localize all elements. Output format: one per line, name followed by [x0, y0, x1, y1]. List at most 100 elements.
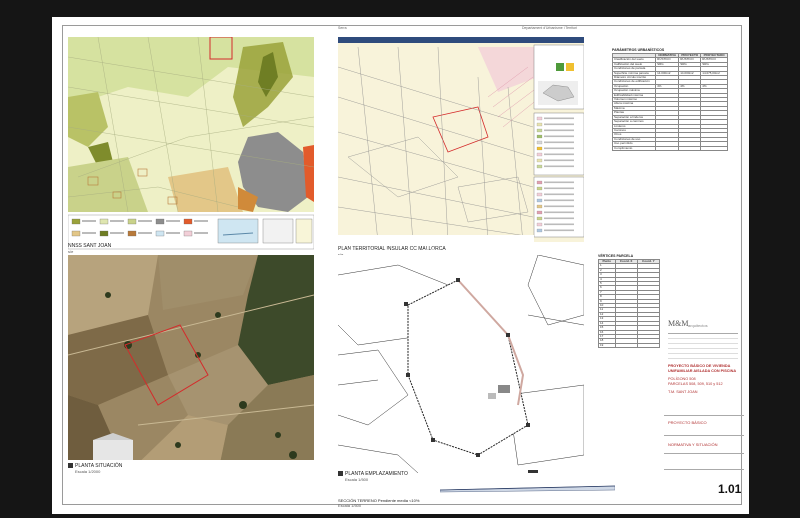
- table-cell: [636, 342, 661, 349]
- legend-text-line: [544, 229, 574, 232]
- legend-text-line: [82, 220, 96, 222]
- legend-text-line: [544, 153, 574, 156]
- vertices-table-wrap: VÉRTICES PARCELA Punto Coord. X Coord. Y12…: [598, 253, 661, 349]
- aerial-photo: [68, 255, 314, 473]
- firm-logo-sub: arquitectos: [688, 323, 708, 328]
- legend-text-line: [544, 159, 574, 162]
- legend-swatch: [536, 158, 543, 163]
- legend-text-line: [544, 181, 574, 184]
- site-plan-scale: Escala 1/500: [345, 477, 369, 482]
- territorial-header-left: Serra: [338, 26, 347, 30]
- table-row: Cumplimiento: [611, 145, 728, 151]
- legend-swatch: [536, 192, 543, 197]
- project-line4: PARCELAS 508, 509, 510 y 512: [668, 382, 723, 386]
- sheet-number: 1.01: [718, 482, 742, 496]
- habitaclia-watermark: habitaclia: [347, 247, 450, 269]
- legend-text-line: [544, 199, 574, 202]
- project-line5: T.M. SANT JOAN: [668, 390, 698, 394]
- legend-swatch: [536, 122, 543, 127]
- legend-text-line: [110, 220, 124, 222]
- legend-text-line: [544, 165, 574, 168]
- legend-swatch: [155, 218, 165, 225]
- legend-text-line: [138, 220, 152, 222]
- legend-swatch: [536, 198, 543, 203]
- legend-swatch: [536, 228, 543, 233]
- nnss-label: NNSS SANT JOAN: [68, 243, 112, 249]
- legend-text-line: [544, 135, 574, 138]
- legend-text-line: [544, 217, 574, 220]
- remarks-row: [664, 469, 744, 482]
- plan-title: NORMATIVA Y SITUACIÓN: [668, 442, 718, 447]
- nnss-map: [68, 37, 314, 250]
- legend-swatch: [155, 230, 165, 237]
- legend-swatch: [536, 152, 543, 157]
- legend-swatch: [536, 222, 543, 227]
- phase-row: PROYECTO BÁSICO: [664, 415, 744, 430]
- viewer-top-bar: [0, 0, 800, 16]
- file-row: [664, 453, 744, 466]
- legend-swatch: [536, 164, 543, 169]
- vertices-table: Punto Coord. X Coord. Y 1 2 3 4 5 6 7 8 9 10 11 12 13 14…: [598, 258, 661, 349]
- table-cell: [700, 145, 728, 151]
- legend-text-line: [544, 129, 574, 132]
- site-plan-panel: [338, 255, 584, 473]
- legend-text-line: [544, 193, 574, 196]
- legend-swatch: [127, 218, 137, 225]
- legend-swatch: [536, 140, 543, 145]
- project-line2: UNIFAMILIAR AISLADA CON PISCINA: [668, 369, 737, 373]
- legend-swatch: [71, 218, 81, 225]
- site-plan: [338, 255, 584, 473]
- phase-label: PROYECTO BÁSICO: [668, 420, 707, 425]
- legend-swatch: [536, 204, 543, 209]
- parameters-title: PARÁMETROS URBANÍSTICOS: [612, 48, 665, 52]
- vertices-title: VÉRTICES PARCELA: [598, 254, 634, 258]
- territorial-map-panel: [338, 37, 584, 242]
- plan-title-row: NORMATIVA Y SITUACIÓN: [664, 435, 744, 450]
- table-cell: [655, 145, 680, 151]
- legend-swatch: [99, 230, 109, 237]
- author-rows: [668, 333, 738, 362]
- legend-text-line: [544, 187, 574, 190]
- table-header-row: Punto Coord. X Coord. Y: [598, 258, 661, 265]
- legend-text-line: [544, 211, 574, 214]
- parameters-table: NORMATIVA PROYECTO PROYECTADO Clasificación…: [611, 52, 728, 151]
- legend-swatch: [183, 218, 193, 225]
- table-row: 19: [598, 342, 661, 349]
- table-cell: Cumplimiento: [611, 145, 657, 151]
- legend-text-line: [166, 232, 180, 234]
- title-block: M&M arquitectos PROYECTO BÁSICO DE VIVIE…: [664, 319, 744, 499]
- situation-scale: Escala 1/2000: [75, 469, 101, 474]
- legend-text-line: [544, 123, 574, 126]
- legend-text-line: [544, 147, 574, 150]
- firm-logo: M&M: [668, 319, 689, 328]
- legend-text-line: [194, 220, 208, 222]
- legend-swatch: [536, 134, 543, 139]
- terrain-section: [440, 481, 615, 493]
- legend-swatch: [536, 146, 543, 151]
- legend-text-line: [544, 141, 574, 144]
- legend-swatch: [536, 180, 543, 185]
- legend-text-line: [166, 220, 180, 222]
- territorial-header-right: Departament d'Urbanisme i Territori: [522, 26, 578, 30]
- legend-swatch: [536, 216, 543, 221]
- table-cell: [614, 342, 638, 349]
- legend-text-line: [138, 232, 152, 234]
- legend-text-line: [110, 232, 124, 234]
- legend-swatch: [536, 210, 543, 215]
- aerial-photo-panel: [68, 255, 314, 473]
- legend-swatch: [99, 218, 109, 225]
- legend-swatch: [536, 186, 543, 191]
- legend-text-line: [544, 223, 574, 226]
- legend-swatch: [183, 230, 193, 237]
- territorial-map: [338, 37, 584, 242]
- parameters-table-wrap: PARÁMETROS URBANÍSTICOS NORMATIVA PROYECT…: [611, 47, 728, 151]
- legend-swatch: [536, 128, 543, 133]
- legend-text-line: [544, 205, 574, 208]
- section-scale: Escala 1/500: [338, 503, 362, 508]
- table-cell: [678, 145, 702, 151]
- legend-swatch: [127, 230, 137, 237]
- legend-swatch: [536, 116, 543, 121]
- nnss-map-panel: [68, 37, 314, 257]
- legend-text-line: [82, 232, 96, 234]
- drawing-sheet: NNSS SANT JOAN s/e Serra Departament d'U…: [52, 17, 749, 514]
